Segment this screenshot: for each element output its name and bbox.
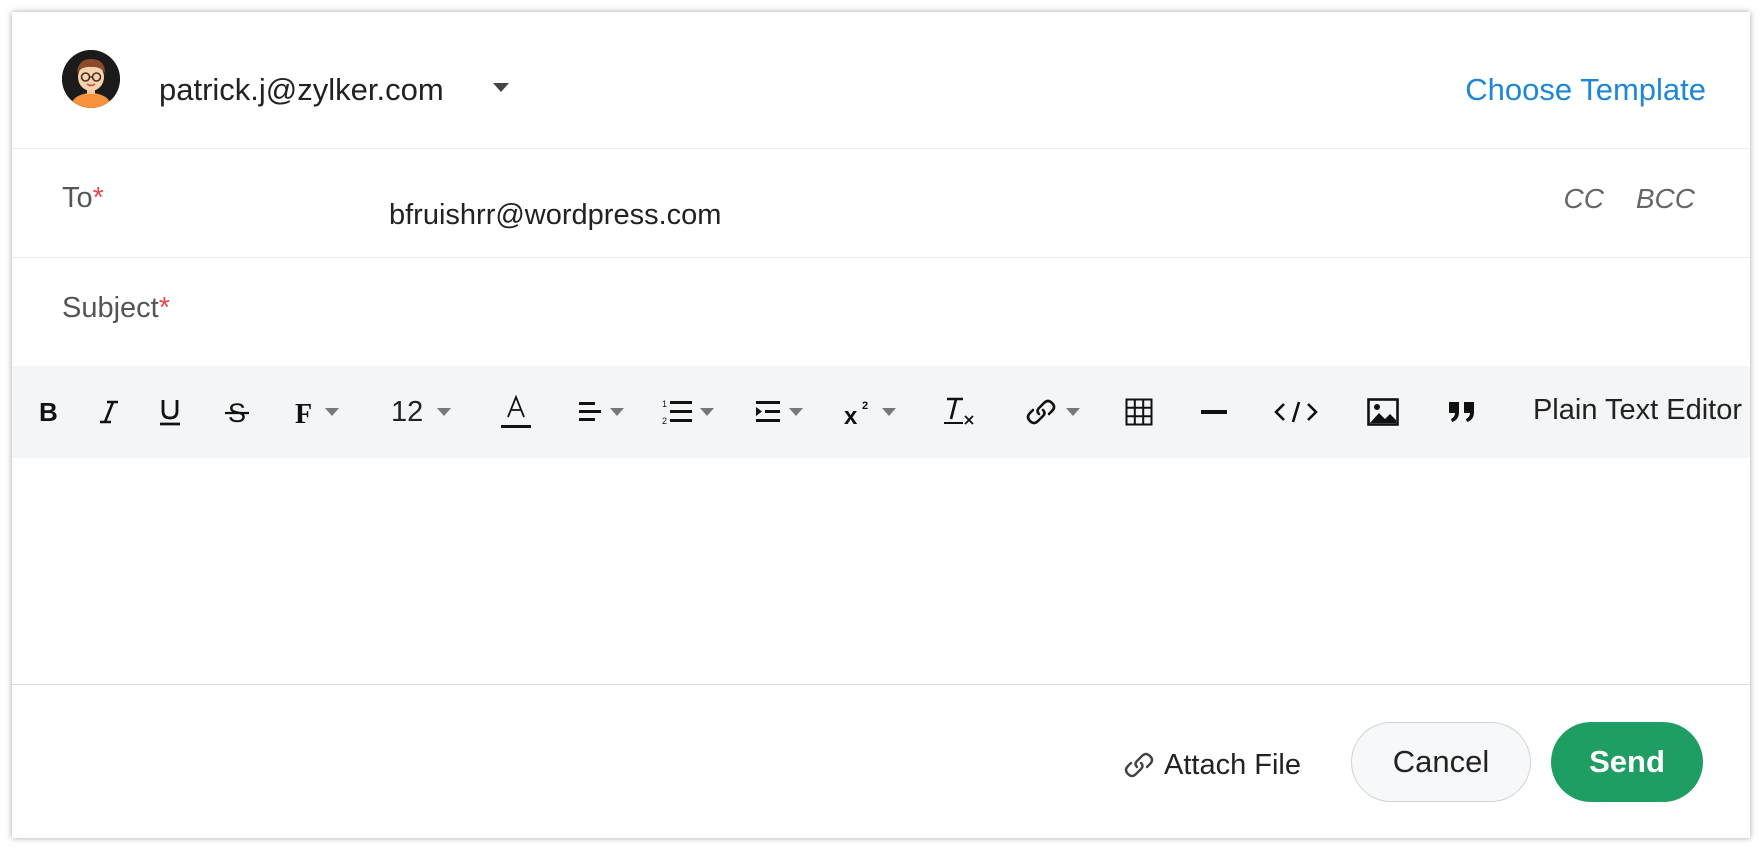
chevron-down-icon <box>700 408 714 416</box>
to-label-text: To <box>62 182 93 214</box>
list-dropdown[interactable]: 12 <box>662 366 714 458</box>
required-mark: * <box>158 292 171 324</box>
chevron-down-icon <box>1066 408 1080 416</box>
chevron-down-icon <box>610 408 624 416</box>
paperclip-link-icon <box>1124 752 1154 778</box>
font-family-dropdown[interactable]: F <box>293 366 339 458</box>
font-color-icon <box>501 394 531 428</box>
chevron-down-icon <box>437 408 452 416</box>
svg-text:F: F <box>295 399 312 426</box>
send-button[interactable]: Send <box>1551 722 1703 802</box>
strikethrough-button[interactable]: S <box>224 366 250 458</box>
clear-format-icon <box>944 397 974 425</box>
bcc-button[interactable]: BCC <box>1636 183 1695 215</box>
to-row: To* bfruishrr@wordpress.com CC BCC <box>12 149 1750 258</box>
insert-link-dropdown[interactable] <box>1024 366 1080 458</box>
strikethrough-icon: S <box>225 398 249 426</box>
italic-button[interactable] <box>96 366 122 458</box>
to-recipient[interactable]: bfruishrr@wordpress.com <box>389 199 721 232</box>
code-icon <box>1274 401 1318 423</box>
svg-text:1: 1 <box>662 399 667 409</box>
clear-formatting-button[interactable] <box>943 366 977 458</box>
bold-icon: B <box>39 399 58 425</box>
avatar <box>62 50 120 108</box>
email-compose-dialog: patrick.j@zylker.com Choose Template To*… <box>12 12 1750 838</box>
horizontal-line-button[interactable] <box>1200 366 1228 458</box>
italic-icon <box>100 400 118 424</box>
insert-image-button[interactable] <box>1367 366 1399 458</box>
message-body-editor[interactable] <box>12 458 1750 685</box>
subject-label-text: Subject <box>62 292 159 324</box>
indent-icon <box>756 401 780 422</box>
formatting-toolbar: B S F 12 1 2 x 2 Plain Text Editor <box>12 366 1750 458</box>
chevron-down-icon <box>882 408 896 416</box>
svg-text:2: 2 <box>862 400 868 412</box>
choose-template-link[interactable]: Choose Template <box>1465 72 1706 108</box>
blockquote-button[interactable] <box>1447 366 1477 458</box>
quote-icon <box>1449 402 1474 422</box>
from-email: patrick.j@zylker.com <box>159 72 444 107</box>
font-family-icon: F <box>295 399 312 426</box>
align-dropdown[interactable] <box>578 366 624 458</box>
font-color-button[interactable] <box>500 366 532 458</box>
superscript-dropdown[interactable]: x2 <box>844 366 896 458</box>
compose-header: patrick.j@zylker.com Choose Template <box>12 12 1750 149</box>
chevron-down-icon <box>789 408 803 416</box>
svg-text:B: B <box>39 399 58 425</box>
subject-label: Subject* <box>62 292 170 325</box>
bold-button[interactable]: B <box>36 366 60 458</box>
indent-dropdown[interactable] <box>755 366 803 458</box>
from-dropdown-chevron-icon[interactable] <box>487 74 515 102</box>
underline-icon <box>160 400 180 426</box>
svg-text:x: x <box>844 403 858 426</box>
numbered-list-icon: 12 <box>662 399 692 426</box>
font-size-value: 12 <box>391 395 424 428</box>
plain-text-editor-toggle[interactable]: Plain Text Editor <box>1533 394 1742 427</box>
to-label: To* <box>62 182 104 215</box>
subject-input[interactable] <box>212 282 1710 344</box>
subject-row: Subject* <box>12 258 1750 366</box>
insert-table-button[interactable] <box>1125 366 1153 458</box>
underline-button[interactable] <box>158 366 182 458</box>
image-icon <box>1367 398 1399 426</box>
horizontal-line-icon <box>1201 410 1227 414</box>
font-size-dropdown[interactable]: 12 <box>391 366 452 458</box>
align-icon <box>579 402 601 421</box>
attach-file-label: Attach File <box>1164 748 1301 781</box>
cancel-button[interactable]: Cancel <box>1351 722 1531 802</box>
svg-text:2: 2 <box>662 416 667 426</box>
chevron-down-icon <box>325 408 339 416</box>
table-icon <box>1125 398 1153 426</box>
superscript-icon: x2 <box>844 400 868 426</box>
insert-code-button[interactable] <box>1274 366 1318 458</box>
link-icon <box>1026 399 1056 425</box>
required-mark: * <box>92 182 104 214</box>
cc-button[interactable]: CC <box>1564 183 1604 215</box>
attach-file-button[interactable]: Attach File <box>1122 748 1301 782</box>
